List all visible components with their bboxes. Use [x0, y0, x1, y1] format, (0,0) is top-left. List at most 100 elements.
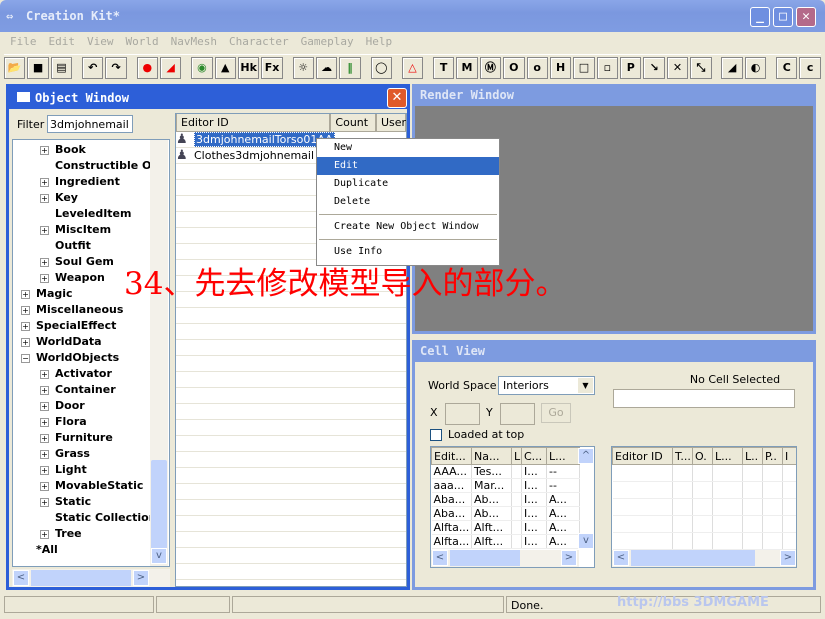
context-menu-item-delete[interactable]: Delete — [317, 193, 499, 211]
table-row[interactable] — [612, 532, 796, 550]
fx-icon[interactable]: Fx — [261, 56, 283, 79]
expand-icon[interactable]: + — [40, 401, 49, 411]
sky-icon[interactable]: ☁ — [315, 56, 338, 79]
expand-icon[interactable]: + — [40, 529, 49, 539]
table-row[interactable] — [176, 532, 406, 548]
angle-icon[interactable]: ◢ — [159, 56, 182, 79]
maximize-button[interactable]: □ — [773, 7, 793, 27]
tree-horizontal-scrollbar[interactable]: < > — [12, 569, 170, 587]
object-type-30-icon[interactable]: C — [776, 56, 798, 79]
tree-item[interactable]: + WorldData — [13, 334, 169, 350]
collapse-icon[interactable]: − — [21, 353, 30, 363]
expand-icon[interactable]: + — [40, 369, 49, 379]
expand-icon[interactable]: + — [40, 417, 49, 427]
table-row[interactable] — [176, 468, 406, 484]
expand-icon[interactable]: + — [40, 193, 49, 203]
category-tree[interactable]: +Book+Constructible Ob+Ingredient+Key+Le… — [12, 139, 170, 567]
scroll-right-button[interactable]: > — [561, 550, 577, 566]
tree-item[interactable]: + Container — [13, 382, 169, 398]
scroll-left-button[interactable]: < — [432, 550, 448, 566]
table-row[interactable] — [612, 515, 796, 533]
expand-icon[interactable]: + — [40, 481, 49, 491]
menu-edit[interactable]: Edit — [49, 35, 76, 48]
scroll-thumb[interactable] — [450, 550, 520, 566]
scroll-down-button[interactable]: v — [151, 548, 167, 564]
context-menu-item-edit[interactable]: Edit — [317, 157, 499, 175]
column-header[interactable]: T... — [672, 447, 693, 465]
expand-icon[interactable]: + — [21, 321, 30, 331]
tree-item[interactable]: +Static Collection — [13, 510, 169, 526]
tree-item[interactable]: + Static — [13, 494, 169, 510]
table-row[interactable]: Alfta... Alft... I... A... — [431, 534, 580, 549]
scroll-thumb[interactable] — [31, 570, 131, 586]
column-header[interactable]: I — [782, 447, 796, 465]
object-type-29-icon[interactable]: ◐ — [744, 56, 767, 79]
cell-list-horizontal-scrollbar[interactable]: < > — [431, 550, 579, 567]
column-header[interactable]: P.. — [762, 447, 783, 465]
world-space-dropdown[interactable]: Interiors ▼ — [498, 376, 595, 395]
tree-item[interactable]: +Constructible Ob — [13, 158, 169, 174]
expand-icon[interactable]: + — [40, 257, 49, 267]
table-row[interactable]: aaa... Mar... I... -- — [431, 478, 580, 493]
tree-item[interactable]: +Outfit — [13, 238, 169, 254]
tree-item[interactable]: +*All — [13, 542, 169, 558]
table-row[interactable] — [176, 372, 406, 388]
havok-icon[interactable]: Hk — [237, 56, 260, 79]
table-row[interactable] — [176, 420, 406, 436]
table-row[interactable] — [176, 548, 406, 564]
table-row[interactable] — [176, 436, 406, 452]
table-row[interactable] — [176, 404, 406, 420]
menu-help[interactable]: Help — [366, 35, 393, 48]
scroll-left-button[interactable]: < — [613, 550, 629, 566]
x-input[interactable] — [445, 403, 480, 425]
expand-icon[interactable]: + — [40, 449, 49, 459]
expand-icon[interactable]: + — [40, 225, 49, 235]
scroll-right-button[interactable]: > — [133, 570, 149, 586]
object-type-26-icon[interactable]: ✕ — [666, 56, 689, 79]
grass-icon[interactable]: ‖ — [339, 56, 361, 79]
tree-item[interactable]: − WorldObjects — [13, 350, 169, 366]
object-type-16-icon[interactable]: T — [432, 56, 455, 79]
column-header[interactable]: Editor ID — [612, 447, 673, 465]
column-header[interactable]: L... — [712, 447, 743, 465]
column-header[interactable]: L.. — [742, 447, 763, 465]
menu-file[interactable]: File — [10, 35, 37, 48]
table-row[interactable] — [612, 481, 796, 499]
column-header[interactable]: L — [511, 447, 522, 465]
scroll-thumb[interactable] — [631, 550, 755, 566]
column-count[interactable]: Count — [330, 114, 376, 132]
tree-item[interactable]: + Book — [13, 142, 169, 158]
table-row[interactable]: Alfta... Alft... I... A... — [431, 520, 580, 535]
expand-icon[interactable]: + — [40, 465, 49, 475]
cell-list[interactable]: Edit... Na... L C... L... AAA... Tes... I... -- a… — [430, 446, 595, 568]
tree-item[interactable]: + Tree — [13, 526, 169, 542]
expand-icon[interactable]: + — [40, 273, 49, 283]
expand-icon[interactable]: + — [21, 305, 30, 315]
scroll-right-button[interactable]: > — [780, 550, 796, 566]
tree-item[interactable]: + Furniture — [13, 430, 169, 446]
column-header[interactable]: O. — [692, 447, 713, 465]
redo-icon[interactable]: ↷ — [105, 56, 127, 79]
object-type-24-icon[interactable]: P — [620, 56, 642, 79]
object-type-28-icon[interactable]: ◢ — [721, 56, 743, 79]
object-type-31-icon[interactable]: c — [799, 56, 821, 79]
column-editor-id[interactable]: Editor ID — [176, 114, 331, 132]
expand-icon[interactable]: + — [40, 497, 49, 507]
context-menu-item-create-new-object-window[interactable]: Create New Object Window — [317, 218, 499, 236]
tree-item[interactable]: + Door — [13, 398, 169, 414]
scroll-left-button[interactable]: < — [13, 570, 29, 586]
tree-vertical-scrollbar[interactable]: v — [150, 140, 168, 566]
object-type-20-icon[interactable]: o — [526, 56, 548, 79]
object-type-25-icon[interactable]: ↘ — [643, 56, 665, 79]
expand-icon[interactable]: + — [40, 433, 49, 443]
column-header[interactable]: C... — [521, 447, 547, 465]
table-row[interactable] — [176, 388, 406, 404]
tree-item[interactable]: + MovableStatic — [13, 478, 169, 494]
menu-gameplay[interactable]: Gameplay — [301, 35, 354, 48]
object-type-19-icon[interactable]: O — [503, 56, 525, 79]
expand-icon[interactable]: + — [40, 145, 49, 155]
column-header[interactable]: Na... — [471, 447, 512, 465]
tree-item[interactable]: +LeveledItem — [13, 206, 169, 222]
scroll-thumb[interactable] — [151, 460, 167, 550]
filter-input[interactable] — [47, 115, 133, 133]
